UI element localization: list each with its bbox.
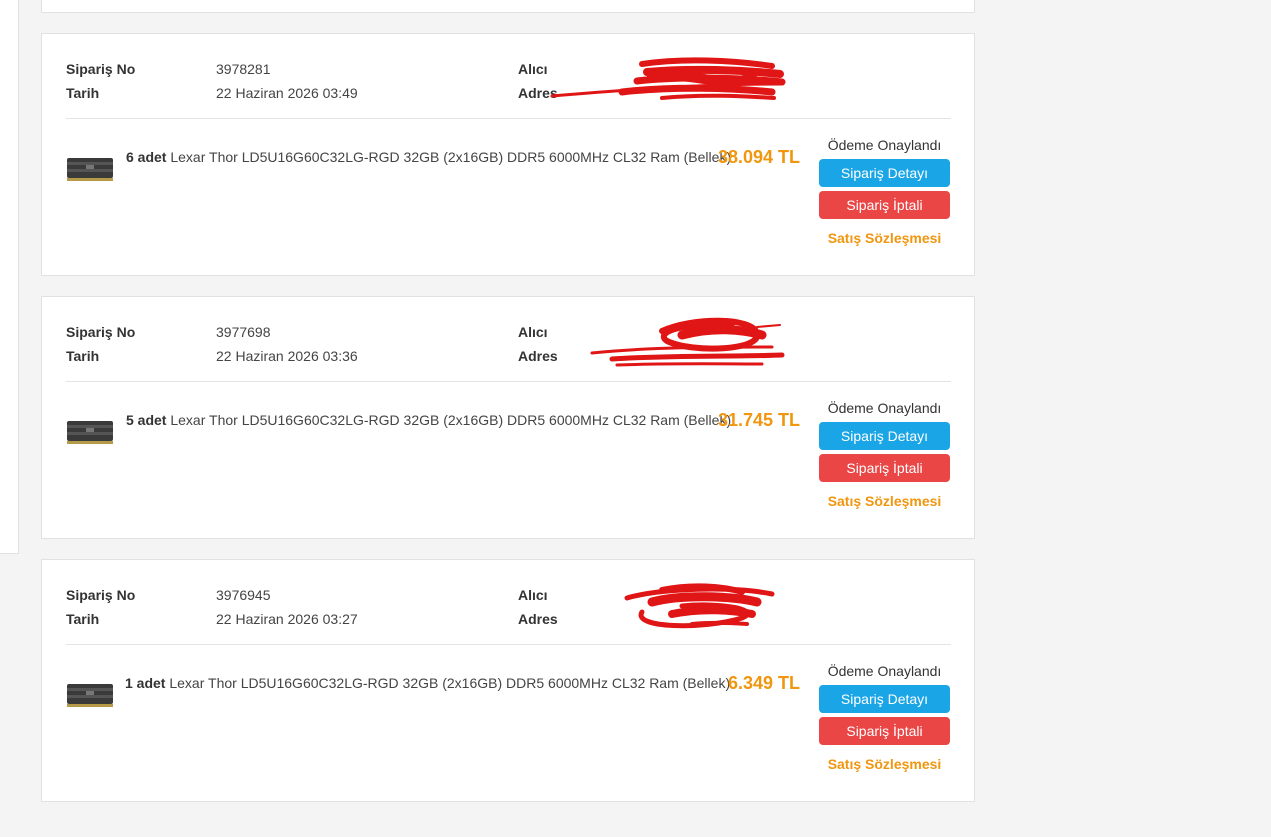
divider	[66, 118, 951, 119]
order-no-value: 3977698	[216, 324, 271, 340]
order-card: Sipariş No 3977698 Tarih 22 Haziran 2026…	[41, 296, 975, 539]
left-sidebar-panel	[0, 0, 19, 554]
divider	[66, 644, 951, 645]
payment-status: Ödeme Onaylandı	[827, 137, 942, 153]
product-description: 5 adet Lexar Thor LD5U16G60C32LG-RGD 32G…	[126, 411, 731, 429]
payment-status: Ödeme Onaylandı	[827, 663, 942, 679]
divider	[66, 381, 951, 382]
date-label: Tarih	[66, 85, 100, 101]
order-detail-button[interactable]: Sipariş Detayı	[819, 159, 950, 187]
order-no-label: Sipariş No	[66, 324, 136, 340]
order-price: 6.349 TL	[727, 673, 800, 693]
product-name: Lexar Thor LD5U16G60C32LG-RGD 32GB (2x16…	[169, 675, 731, 691]
product-quantity: 5 adet	[126, 412, 167, 428]
product-name: Lexar Thor LD5U16G60C32LG-RGD 32GB (2x16…	[170, 412, 732, 428]
order-price: 31.745 TL	[717, 410, 800, 430]
date-label: Tarih	[66, 348, 100, 364]
product-description: 1 adet Lexar Thor LD5U16G60C32LG-RGD 32G…	[125, 674, 730, 692]
date-value: 22 Haziran 2026 03:27	[216, 611, 358, 627]
order-no-value: 3978281	[216, 61, 271, 77]
ram-product-image[interactable]	[66, 154, 114, 182]
date-label: Tarih	[66, 611, 100, 627]
product-quantity: 6 adet	[126, 149, 167, 165]
order-cancel-button[interactable]: Sipariş İptali	[819, 454, 950, 482]
ram-product-image[interactable]	[66, 680, 114, 708]
previous-order-card	[41, 0, 975, 13]
sales-contract-link[interactable]: Satış Sözleşmesi	[819, 492, 950, 510]
order-no-value: 3976945	[216, 587, 271, 603]
sales-contract-link[interactable]: Satış Sözleşmesi	[819, 229, 950, 247]
redaction-scribble	[550, 57, 786, 100]
redaction-scribble	[590, 317, 785, 367]
redaction-scribble	[624, 583, 775, 629]
order-price: 38.094 TL	[717, 147, 800, 167]
ram-product-image[interactable]	[66, 417, 114, 445]
product-name: Lexar Thor LD5U16G60C32LG-RGD 32GB (2x16…	[170, 149, 732, 165]
product-quantity: 1 adet	[125, 675, 166, 691]
order-detail-button[interactable]: Sipariş Detayı	[819, 685, 950, 713]
sales-contract-link[interactable]: Satış Sözleşmesi	[819, 755, 950, 773]
date-value: 22 Haziran 2026 03:49	[216, 85, 358, 101]
order-card: Sipariş No 3978281 Tarih 22 Haziran 2026…	[41, 33, 975, 276]
order-cancel-button[interactable]: Sipariş İptali	[819, 717, 950, 745]
order-no-label: Sipariş No	[66, 61, 136, 77]
order-cancel-button[interactable]: Sipariş İptali	[819, 191, 950, 219]
order-no-label: Sipariş No	[66, 587, 136, 603]
product-description: 6 adet Lexar Thor LD5U16G60C32LG-RGD 32G…	[126, 148, 731, 166]
order-detail-button[interactable]: Sipariş Detayı	[819, 422, 950, 450]
order-card: Sipariş No 3976945 Tarih 22 Haziran 2026…	[41, 559, 975, 802]
date-value: 22 Haziran 2026 03:36	[216, 348, 358, 364]
payment-status: Ödeme Onaylandı	[827, 400, 942, 416]
